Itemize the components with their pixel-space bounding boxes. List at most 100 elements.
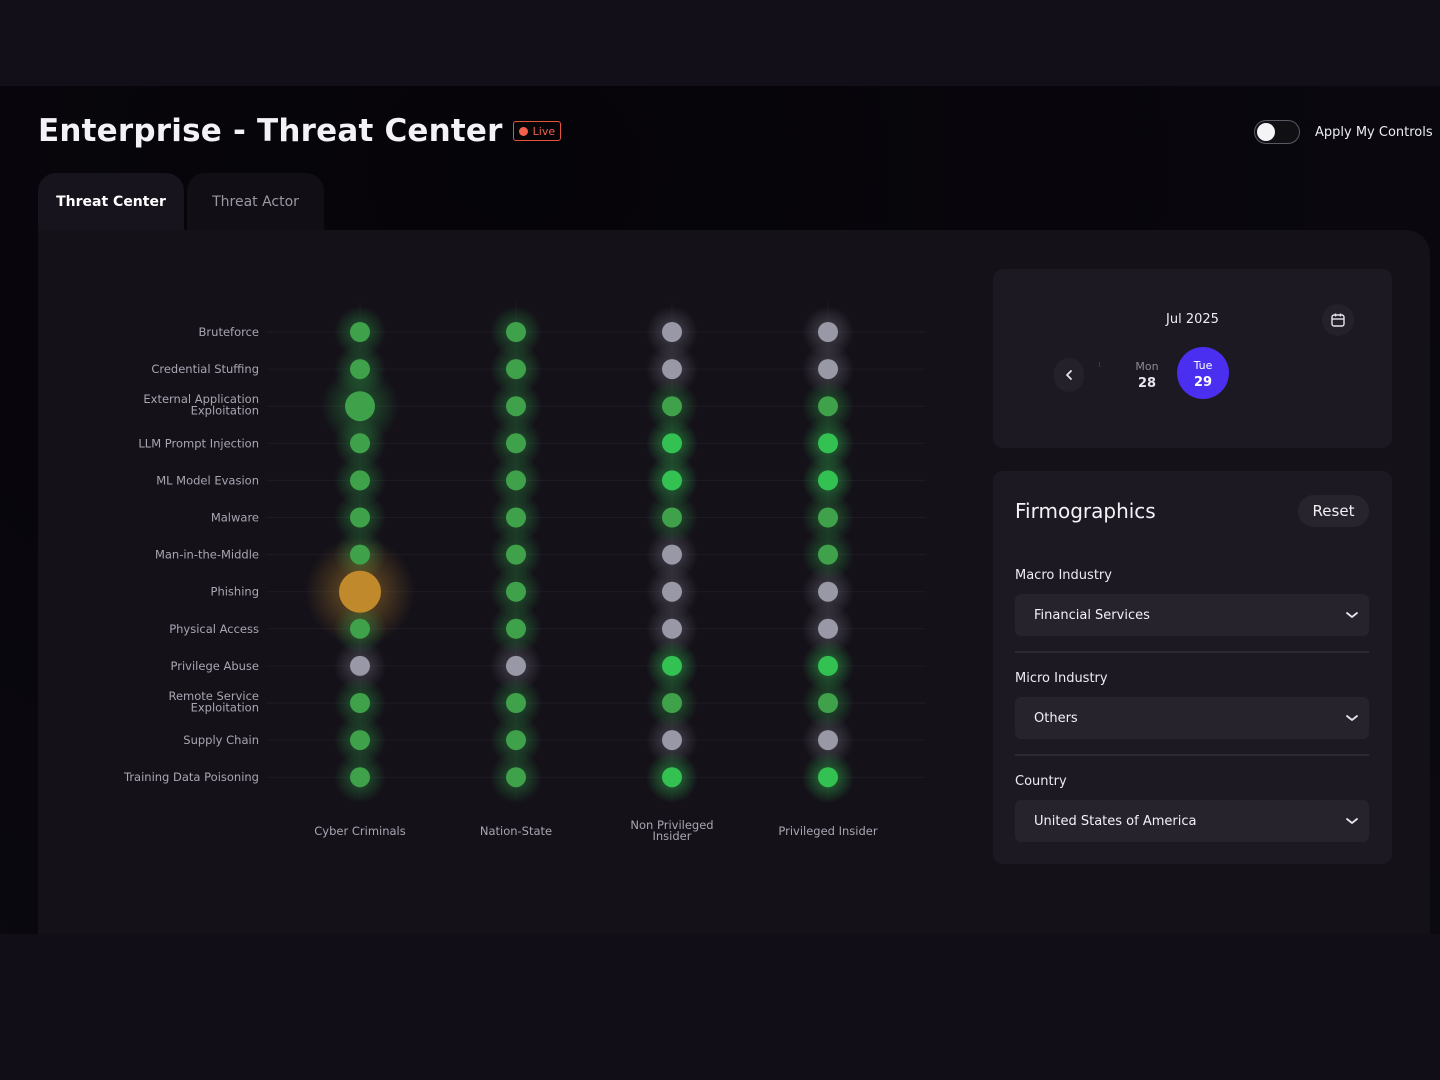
threat-dot-green[interactable] (506, 359, 526, 380)
live-badge: Live (512, 121, 562, 141)
threat-dot-green[interactable] (350, 730, 370, 751)
threat-dot-bright_green[interactable] (818, 433, 838, 454)
threat-dot-green[interactable] (818, 507, 838, 528)
column-label: Non Privileged Insider (630, 818, 713, 843)
row-label: Physical Access (169, 622, 259, 636)
threat-dot-gray[interactable] (662, 322, 682, 342)
threat-dot-green[interactable] (662, 693, 682, 713)
firmographics-title: Firmographics (1015, 499, 1156, 523)
column-label: Nation-State (480, 824, 552, 838)
day-mon-28[interactable]: Mon 28 (1121, 348, 1173, 400)
threat-dot-gray[interactable] (350, 655, 370, 676)
threat-dot-bright_green[interactable] (662, 655, 682, 676)
threat-dot-green[interactable] (350, 507, 370, 528)
threat-dot-bright_green[interactable] (662, 767, 682, 788)
live-dot-icon (518, 126, 528, 136)
threat-dot-gray[interactable] (818, 581, 838, 602)
day-number: 29 (1193, 375, 1213, 390)
threat-dot-green[interactable] (350, 433, 370, 454)
threat-dot-gray[interactable] (818, 730, 838, 751)
day-tue-29-selected[interactable]: Tue 29 (1177, 347, 1229, 399)
page-title: Enterprise - Threat Center (38, 113, 503, 149)
threat-dot-amber[interactable] (339, 570, 381, 613)
threat-dot-gray[interactable] (662, 581, 682, 602)
threat-dot-green[interactable] (506, 581, 526, 602)
macro-industry-value: Financial Services (1034, 607, 1150, 623)
threat-dot-green[interactable] (350, 322, 370, 342)
threat-dot-green[interactable] (345, 391, 375, 422)
threat-dot-green[interactable] (506, 767, 526, 788)
day-name: Mon (1135, 360, 1159, 373)
threat-dot-green[interactable] (506, 618, 526, 639)
threat-matrix-chart: Bruteforce Credential Stuffing External Ap… (38, 230, 978, 934)
threat-dot-green[interactable] (506, 507, 526, 528)
chevron-down-icon (1346, 612, 1358, 618)
threat-dot-gray[interactable] (662, 359, 682, 380)
field-divider (1015, 651, 1369, 653)
calendar-icon (1331, 313, 1345, 327)
threat-dot-green[interactable] (506, 544, 526, 565)
micro-industry-label: Micro Industry (1015, 671, 1108, 686)
threat-dot-gray[interactable] (818, 359, 838, 380)
threat-dot-bright_green[interactable] (818, 470, 838, 491)
threat-dot-gray[interactable] (662, 730, 682, 751)
row-label: Bruteforce (199, 325, 259, 339)
threat-dot-green[interactable] (506, 470, 526, 491)
country-select[interactable]: United States of America (1015, 800, 1369, 842)
threat-dot-green[interactable] (350, 767, 370, 788)
reset-button[interactable]: Reset (1298, 495, 1369, 527)
threat-dot-gray[interactable] (818, 322, 838, 342)
threat-dot-green[interactable] (662, 396, 682, 417)
threat-dot-bright_green[interactable] (818, 767, 838, 788)
tab-threat-actor[interactable]: Threat Actor (187, 173, 324, 230)
threat-dot-bright_green[interactable] (662, 470, 682, 491)
chevron-down-icon (1346, 818, 1358, 824)
threat-dot-gray[interactable] (662, 618, 682, 639)
previous-day-button[interactable] (1054, 358, 1084, 392)
threat-dot-green[interactable] (506, 730, 526, 751)
tab-threat-center[interactable]: Threat Center (38, 173, 184, 230)
micro-industry-value: Others (1034, 710, 1078, 726)
chevron-left-icon (1066, 370, 1072, 380)
threat-dot-bright_green[interactable] (818, 655, 838, 676)
micro-industry-select[interactable]: Others (1015, 697, 1369, 739)
row-label: Man-in-the-Middle (155, 548, 259, 562)
calendar-button[interactable] (1322, 304, 1354, 336)
row-label: LLM Prompt Injection (138, 436, 259, 450)
threat-dot-bright_green[interactable] (662, 433, 682, 454)
threat-dot-green[interactable] (350, 693, 370, 713)
threat-dot-green[interactable] (506, 322, 526, 342)
firmographics-card: Firmographics Reset Macro Industry Finan… (993, 471, 1392, 864)
apply-controls: Apply My Controls (1254, 120, 1433, 144)
threat-dot-green[interactable] (350, 470, 370, 491)
threat-dot-green[interactable] (506, 433, 526, 454)
threat-dot-gray[interactable] (662, 544, 682, 565)
macro-industry-select[interactable]: Financial Services (1015, 594, 1369, 636)
country-value: United States of America (1034, 813, 1197, 829)
threat-dot-green[interactable] (818, 693, 838, 713)
apply-controls-label: Apply My Controls (1315, 124, 1433, 140)
threat-dot-green[interactable] (506, 396, 526, 417)
threat-dot-green[interactable] (350, 618, 370, 639)
main-panel: Bruteforce Credential Stuffing External Ap… (38, 230, 1430, 934)
apply-controls-toggle[interactable] (1254, 120, 1300, 144)
row-label: Supply Chain (183, 733, 259, 747)
day-name: Tue (1193, 359, 1213, 372)
threat-dot-green[interactable] (818, 396, 838, 417)
row-label: Training Data Poisoning (123, 770, 259, 784)
threat-dot-green[interactable] (350, 544, 370, 565)
row-label: Credential Stuffing (151, 362, 259, 376)
threat-dot-green[interactable] (506, 693, 526, 713)
row-label: Phishing (211, 585, 259, 599)
threat-dot-green[interactable] (818, 544, 838, 565)
threat-dot-green[interactable] (662, 507, 682, 528)
threat-dot-gray[interactable] (818, 618, 838, 639)
column-label: Privileged Insider (778, 824, 877, 838)
top-band (0, 0, 1440, 86)
title-row: Enterprise - Threat Center Live (38, 110, 562, 152)
toggle-knob (1257, 123, 1275, 141)
threat-dot-gray[interactable] (506, 655, 526, 676)
row-label: Remote Service Exploitation (168, 689, 259, 715)
threat-dot-green[interactable] (350, 359, 370, 380)
threat-matrix-svg: Bruteforce Credential Stuffing External Ap… (123, 300, 926, 843)
